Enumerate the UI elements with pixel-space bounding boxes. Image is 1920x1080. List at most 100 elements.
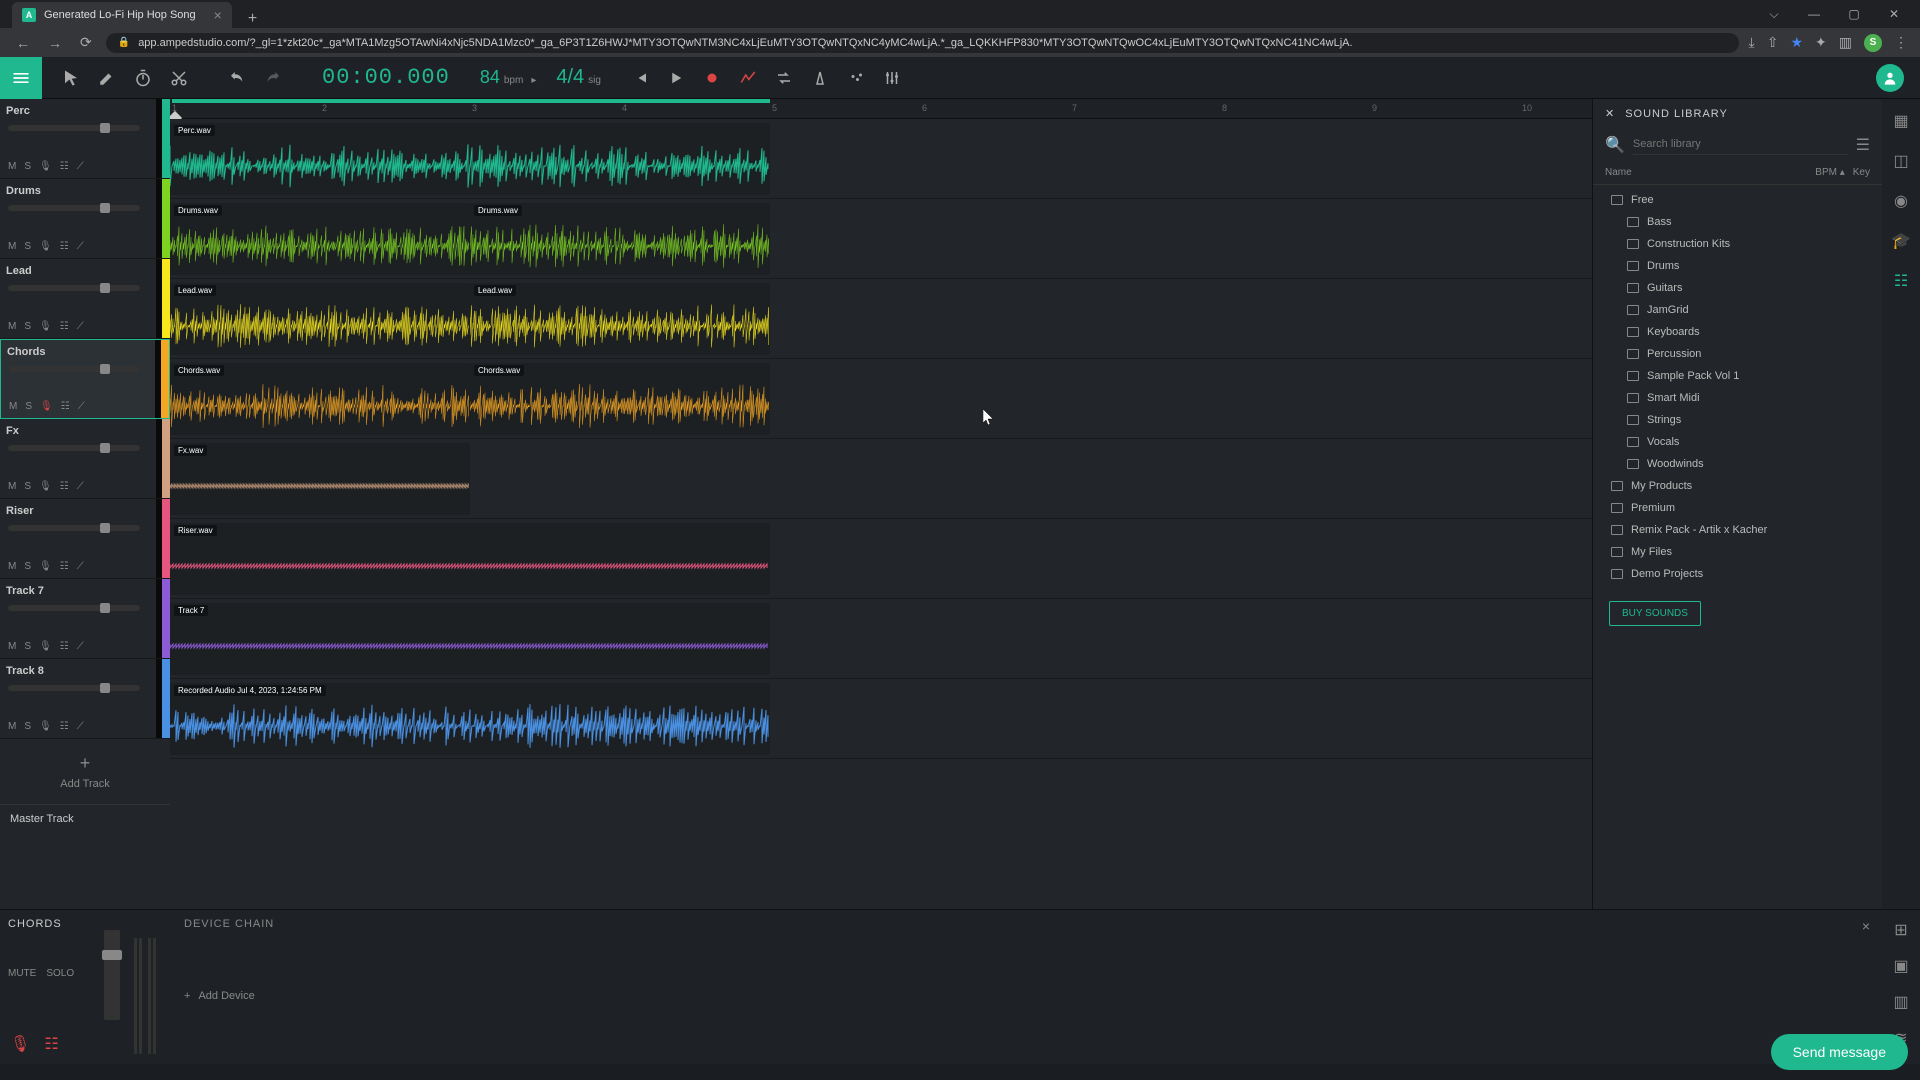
add-device-button[interactable]: + Add Device — [184, 990, 1868, 1002]
redo-icon[interactable] — [264, 69, 282, 87]
track-header[interactable]: Perc M S 🎙 ☷ ⟋ — [0, 99, 170, 179]
automation-toggle-icon[interactable]: ⟋ — [77, 241, 84, 252]
reload-icon[interactable]: ⟳ — [76, 32, 96, 53]
record-arm-icon[interactable]: 🎙 — [39, 321, 52, 332]
vinyl-icon[interactable]: ◉ — [1894, 191, 1908, 211]
audio-clip[interactable]: Fx.wav — [170, 443, 470, 515]
mute-toggle[interactable]: M — [8, 561, 16, 572]
solo-toggle[interactable]: S — [25, 401, 32, 412]
close-library-icon[interactable]: ✕ — [1605, 107, 1615, 120]
record-arm-icon[interactable]: 🎙 — [39, 641, 52, 652]
user-profile-button[interactable] — [1876, 64, 1904, 92]
track-eq-icon[interactable]: ☷ — [61, 401, 70, 412]
library-folder[interactable]: Vocals — [1593, 431, 1882, 453]
track-lane[interactable]: Fx.wav — [170, 439, 1592, 519]
library-folder[interactable]: My Files — [1593, 541, 1882, 563]
audio-clip[interactable]: Chords.wav — [170, 363, 470, 435]
bookmark-icon[interactable]: ★ — [1790, 34, 1803, 51]
filter-icon[interactable]: ☰ — [1856, 135, 1870, 155]
back-icon[interactable]: ← — [12, 33, 34, 53]
track-volume-slider[interactable] — [8, 285, 140, 291]
extensions-icon[interactable]: ✦ — [1815, 34, 1827, 51]
chord-assist-icon[interactable] — [847, 69, 865, 87]
track-volume-slider[interactable] — [8, 525, 140, 531]
track-header[interactable]: Track 8 M S 🎙 ☷ ⟋ — [0, 659, 170, 739]
timer-tool-icon[interactable] — [134, 69, 152, 87]
library-folder[interactable]: Drums — [1593, 255, 1882, 277]
profile-avatar-icon[interactable]: S — [1864, 34, 1882, 52]
mute-toggle[interactable]: M — [8, 241, 16, 252]
master-track-label[interactable]: Master Track — [0, 804, 170, 833]
track-eq-icon[interactable]: ☷ — [60, 721, 69, 732]
solo-toggle[interactable]: S — [24, 241, 31, 252]
automation-toggle-icon[interactable]: ⟋ — [77, 641, 84, 652]
library-folder[interactable]: Percussion — [1593, 343, 1882, 365]
column-name[interactable]: Name — [1605, 167, 1815, 178]
track-lane[interactable]: Recorded Audio Jul 4, 2023, 1:24:56 PM — [170, 679, 1592, 759]
track-lane[interactable]: Track 7 — [170, 599, 1592, 679]
timesig-display[interactable]: 4/4 sig — [546, 66, 611, 89]
audio-clip[interactable]: Track 7 — [170, 603, 770, 675]
track-eq-icon[interactable]: ☷ — [60, 241, 69, 252]
effects-icon[interactable]: ◫ — [1893, 151, 1908, 171]
audio-clip[interactable]: Perc.wav — [170, 123, 770, 195]
record-icon[interactable] — [703, 69, 721, 87]
library-folder[interactable]: Remix Pack - Artik x Kacher — [1593, 519, 1882, 541]
track-volume-slider[interactable] — [9, 366, 139, 372]
track-lane[interactable]: Riser.wav — [170, 519, 1592, 599]
cut-tool-icon[interactable] — [170, 69, 188, 87]
audio-clip[interactable]: Drums.wav — [470, 203, 770, 275]
library-search-input[interactable] — [1633, 134, 1848, 155]
track-eq-icon[interactable]: ☷ — [60, 561, 69, 572]
automation-icon[interactable] — [739, 69, 757, 87]
add-track-button[interactable]: +Add Track — [0, 739, 170, 804]
solo-toggle[interactable]: S — [24, 641, 31, 652]
track-lane[interactable]: Lead.wavLead.wav — [170, 279, 1592, 359]
track-header[interactable]: Drums M S 🎙 ☷ ⟋ — [0, 179, 170, 259]
mute-button[interactable]: MUTE — [8, 968, 36, 979]
track-header[interactable]: Fx M S 🎙 ☷ ⟋ — [0, 419, 170, 499]
record-arm-icon[interactable]: 🎙 — [40, 401, 53, 412]
track-lane[interactable]: Perc.wav — [170, 119, 1592, 199]
close-panel-icon[interactable]: × — [1862, 918, 1870, 934]
close-tab-icon[interactable]: × — [214, 7, 222, 23]
url-field[interactable]: 🔒 app.ampedstudio.com/?_gl=1*zkt20c*_ga*… — [106, 33, 1739, 53]
automation-toggle-icon[interactable]: ⟋ — [77, 561, 84, 572]
send-message-button[interactable]: Send message — [1771, 1034, 1908, 1070]
timecode-display[interactable]: 00:00.000 — [302, 65, 470, 90]
track-eq-icon[interactable]: ☷ — [60, 641, 69, 652]
forward-icon[interactable]: → — [44, 33, 66, 53]
mute-toggle[interactable]: M — [8, 321, 16, 332]
sidepanel-icon[interactable]: ▥ — [1839, 34, 1852, 51]
record-arm-icon[interactable]: 🎙 — [39, 721, 52, 732]
undo-icon[interactable] — [228, 69, 246, 87]
library-folder[interactable]: Woodwinds — [1593, 453, 1882, 475]
maximize-icon[interactable]: ▢ — [1838, 4, 1870, 24]
install-icon[interactable]: ⤓ — [1749, 34, 1755, 51]
tracks-view[interactable]: Perc.wavDrums.wavDrums.wavLead.wavLead.w… — [170, 119, 1592, 759]
timeline-ruler[interactable]: 12345678910 — [170, 99, 1592, 119]
track-volume-slider[interactable] — [8, 125, 140, 131]
library-folder[interactable]: Free — [1593, 189, 1882, 211]
library-folder[interactable]: Demo Projects — [1593, 563, 1882, 585]
mute-toggle[interactable]: M — [8, 641, 16, 652]
track-header[interactable]: Chords M S 🎙 ☷ ⟋ — [0, 339, 170, 419]
solo-toggle[interactable]: S — [24, 321, 31, 332]
library-folder[interactable]: Guitars — [1593, 277, 1882, 299]
mute-toggle[interactable]: M — [8, 161, 16, 172]
track-lane[interactable]: Drums.wavDrums.wav — [170, 199, 1592, 279]
library-folder[interactable]: Bass — [1593, 211, 1882, 233]
solo-toggle[interactable]: S — [24, 721, 31, 732]
record-arm-icon[interactable]: 🎙 — [10, 1034, 30, 1054]
solo-toggle[interactable]: S — [24, 161, 31, 172]
record-arm-icon[interactable]: 🎙 — [39, 241, 52, 252]
track-eq-icon[interactable]: ☷ — [60, 321, 69, 332]
library-icon[interactable]: ☷ — [1894, 271, 1908, 291]
metronome-icon[interactable] — [811, 69, 829, 87]
track-volume-slider[interactable] — [8, 685, 140, 691]
record-arm-icon[interactable]: 🎙 — [39, 561, 52, 572]
library-folder[interactable]: Keyboards — [1593, 321, 1882, 343]
track-eq-icon[interactable]: ☷ — [60, 161, 69, 172]
bpm-display[interactable]: 84 bpm ▸ — [470, 67, 547, 88]
mute-toggle[interactable]: M — [9, 401, 17, 412]
